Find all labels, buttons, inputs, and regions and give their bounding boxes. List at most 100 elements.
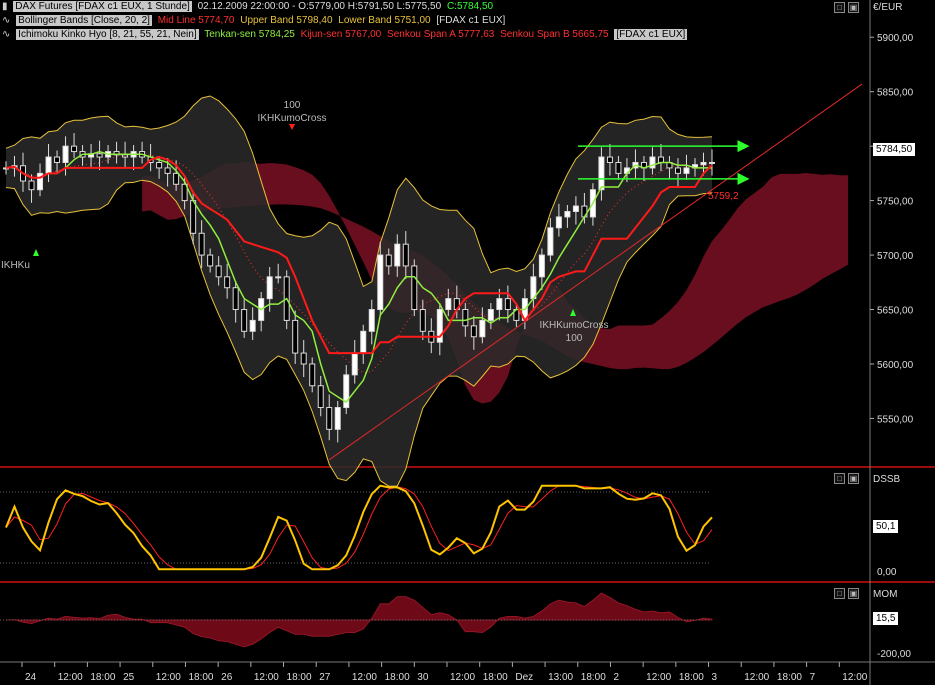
legend-bollinger[interactable]: Bollinger Bands [Close, 20, 2] [16,15,152,26]
candle-body [538,254,545,278]
kumo-cross-count-bottom: 100 [566,333,583,344]
candle-body [547,227,554,256]
candle-body [173,172,180,185]
candle-body [462,309,469,327]
candle-body [377,254,384,311]
mom-label: MOM [873,589,898,600]
time-tick-label: 12:00 [254,672,279,683]
candle-body [317,385,324,409]
candle-body [215,265,222,278]
candle-body [96,153,103,158]
up-arrow-icon [33,249,39,256]
candle-body [615,161,622,174]
panel-restore-button[interactable]: □ [834,2,845,13]
time-tick-label: 27 [319,672,331,683]
time-tick-label: 7 [810,672,816,683]
time-tick-label: 18:00 [679,672,704,683]
candle-body [28,180,35,191]
time-tick-label: 18:00 [581,672,606,683]
legend-ichimoku[interactable]: Ichimoku Kinko Hyo [8, 21, 55, 21, Nein] [16,29,199,40]
candle-body [207,254,214,267]
kumo-cross-label-bottom: IKHKumoCross [540,320,609,331]
time-tick-label: 18:00 [385,672,410,683]
candle-body [496,298,503,311]
time-tick-label: 12:00 [842,672,867,683]
mom-tick-label: -200,00 [877,649,911,660]
candle-body [504,298,511,311]
time-tick-label: 25 [123,672,135,683]
candle-body [487,309,494,321]
candle-body [266,276,273,300]
currency-label: €/EUR [873,2,903,13]
time-tick-label: 24 [25,672,37,683]
time-axis: 24 12:00 18:00 25 12:00 18:00 26 12:00 18:00 27 12… [21,662,868,683]
candle-body [224,276,231,289]
dssb-fast-line [5,484,713,571]
candle-body [555,216,562,229]
candle-body [300,352,307,365]
dssb-label: DSSB [873,474,901,485]
candle-body [411,265,418,311]
series-icon: ▮ [2,1,8,12]
indicator-icon: ∿ [2,15,11,26]
chart-canvas: 5900,005850,005800,005750,005700,005650,… [0,0,935,685]
legend-tenkan: Tenkan-sen 5784,25 [204,29,295,40]
candle-body [241,309,248,332]
candle-body [309,363,316,387]
candle-body [606,156,613,163]
legend-mid: Mid Line 5774,70 [157,15,235,26]
time-tick-label: 26 [221,672,233,683]
legend-ohlc: 02.12.2009 22:00:00 - O:5779,00 H:5791,5… [197,1,442,12]
candle-body [71,145,78,153]
mom-restore-button[interactable]: □ [834,588,845,599]
candle-body [351,352,358,376]
candle-body [709,161,715,164]
panel-maximize-button[interactable]: ▣ [848,2,859,13]
legend-instrument[interactable]: DAX Futures [FDAX c1 EUX, 1 Stunde] [13,1,192,12]
time-tick-label: 13:00 [548,672,573,683]
last-price-tag: 5784,50 [873,143,916,156]
candle-body [564,210,571,218]
dssb-tick-label: 0,00 [877,567,897,578]
candle-body [700,161,707,166]
kumo-cross-label-left: IKHKu [1,260,30,271]
legend-line-1: ▮ DAX Futures [FDAX c1 EUX, 1 Stunde] 02… [2,0,496,14]
candle-body [402,243,409,267]
price-tick-label: 5850,00 [877,88,914,99]
time-tick-label: 12:00 [744,672,769,683]
dssb-value-tag: 50,1 [873,520,899,533]
candle-body [122,154,129,158]
time-tick-label: Dez [515,672,533,683]
dssb-slow-line [5,485,713,570]
legend-kijun: Kijun-sen 5767,00 [300,29,382,40]
mom-maximize-button[interactable]: ▣ [848,588,859,599]
time-tick-label: 12:00 [646,672,671,683]
kumo-cross-label-top: IKHKumoCross [258,113,327,124]
dssb-maximize-button[interactable]: ▣ [848,473,859,484]
candle-body [292,319,299,354]
time-tick-label: 18:00 [188,672,213,683]
time-tick-label: 12:00 [450,672,475,683]
time-tick-label: 3 [712,672,718,683]
candle-body [598,156,605,191]
candle-body [326,407,333,430]
candle-body [683,167,690,174]
price-tick-label: 5600,00 [877,360,914,371]
target-price-label: 5759,2 [708,191,739,202]
price-tick-label: 5900,00 [877,33,914,44]
time-tick-label: 30 [417,672,429,683]
candle-body [334,407,341,430]
legend-ikh-tail: [FDAX c1 EUX] [614,29,688,40]
candle-body [45,156,52,174]
candle-body [657,156,664,163]
price-axis: 5900,005850,005800,005750,005700,005650,… [870,33,914,660]
dssb-restore-button[interactable]: □ [834,473,845,484]
price-tick-label: 5550,00 [877,414,914,425]
legend-line-3: ∿ Ichimoku Kinko Hyo [8, 21, 55, 21, Nei… [2,28,690,42]
candle-body [249,319,256,332]
candle-body [156,161,163,169]
price-tick-label: 5750,00 [877,197,914,208]
legend-line-2: ∿ Bollinger Bands [Close, 20, 2] Mid Lin… [2,14,508,28]
candle-body [419,309,426,332]
candle-body [572,205,579,212]
